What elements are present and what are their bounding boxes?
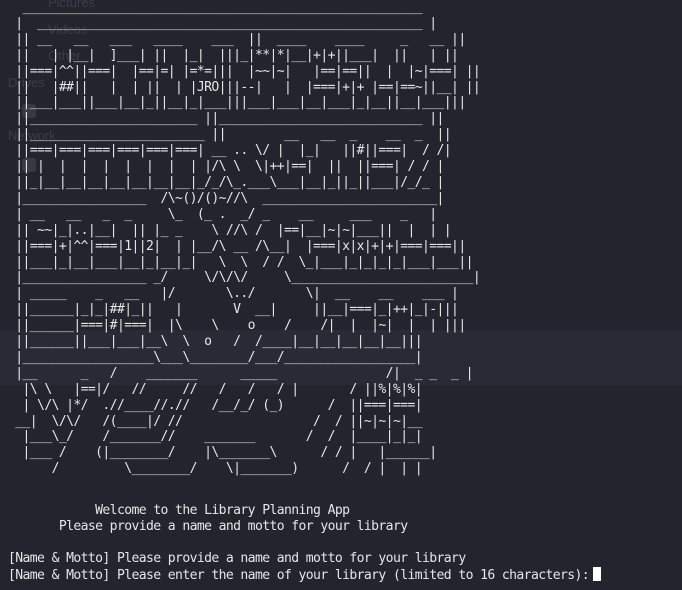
prompt-name-text: [Name & Motto] Please enter the name of … [8, 568, 590, 583]
text-cursor[interactable] [593, 567, 602, 581]
terminal-window[interactable]: ________________________________________… [0, 0, 682, 590]
prompt-line-motto: [Name & Motto] Please provide a name and… [8, 551, 466, 566]
prompt-output: [Name & Motto] Please provide a name and… [8, 551, 602, 583]
welcome-message: Welcome to the Library Planning App Plea… [8, 503, 408, 535]
welcome-title: Welcome to the Library Planning App [8, 503, 350, 518]
prompt-line-name[interactable]: [Name & Motto] Please enter the name of … [8, 567, 602, 583]
welcome-subtitle: Please provide a name and motto for your… [8, 519, 408, 534]
library-ascii-art: ________________________________________… [15, 0, 481, 477]
